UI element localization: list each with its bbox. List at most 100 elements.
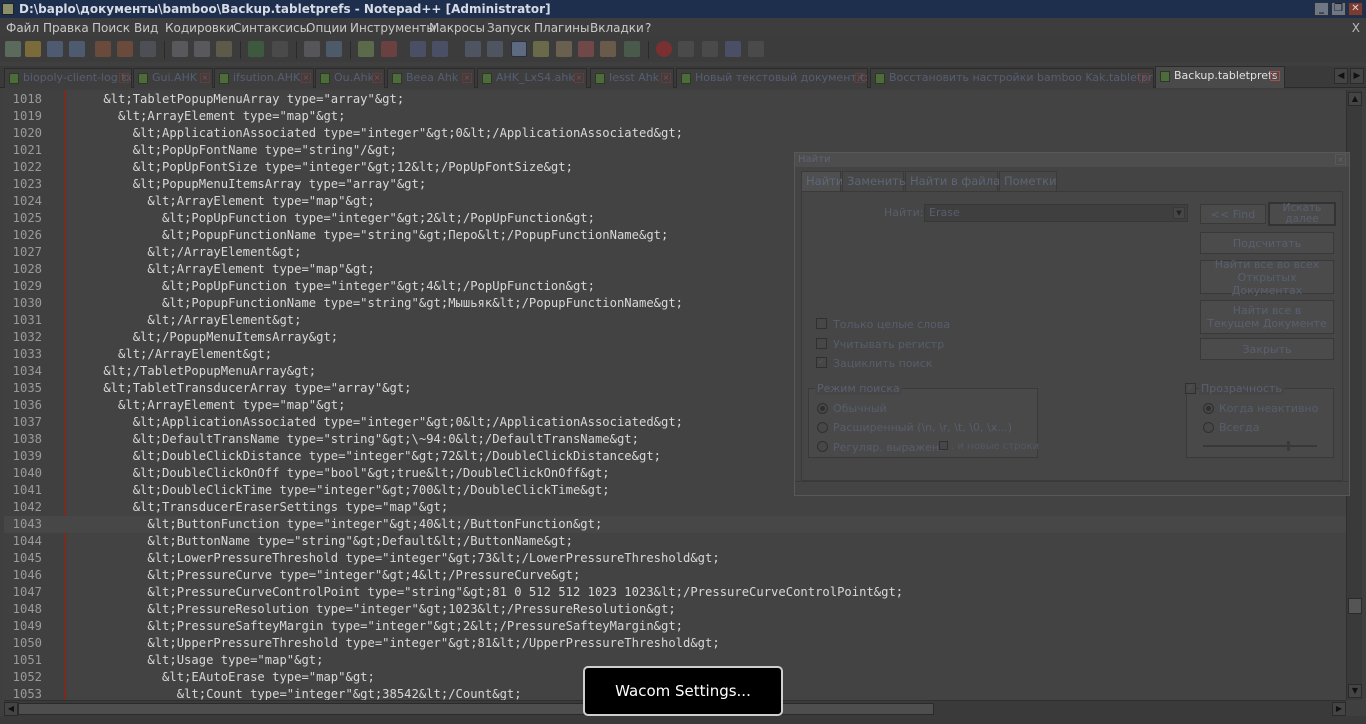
vertical-scroll-thumb[interactable] [1348,598,1362,614]
close-window-button[interactable]: ✕ [1348,2,1363,16]
dot-matches-newline-checkbox[interactable] [939,441,948,450]
sync-horizontal-icon[interactable] [432,41,448,57]
tab-document[interactable]: Gui.AHK × [133,68,213,88]
tab-document[interactable]: Новый текстовый документ.txt × [676,68,868,88]
menu-language[interactable]: Синтаксисы [233,18,309,38]
code-line[interactable]: 1046 &lt;PressureCurve type="integer"&gt… [4,567,1346,584]
scroll-up-icon[interactable]: ▲ [1348,92,1362,106]
zoom-in-icon[interactable] [358,41,374,57]
tab-scroll-left-icon[interactable]: ◀ [1334,68,1348,84]
redo-icon[interactable] [272,41,288,57]
horizontal-scroll-thumb[interactable] [18,703,934,715]
close-file-icon[interactable] [95,41,111,57]
record-macro-icon[interactable] [656,41,672,57]
tab-close-icon[interactable]: × [1139,73,1149,83]
tab-document[interactable]: Ou.Ahk × [315,68,385,88]
regex-mode-radio[interactable] [817,441,828,452]
tab-find-in-files[interactable]: Найти в файлах [905,171,1007,191]
save-all-icon[interactable] [69,41,85,57]
paste-icon[interactable] [216,41,232,57]
code-line[interactable]: 1049 &lt;PressureSafteyMargin type="inte… [4,618,1346,635]
scroll-left-icon[interactable]: ◀ [4,702,18,716]
tab-document[interactable]: ifsution.AHK × [214,68,314,88]
tab-find[interactable]: Найти [801,171,843,191]
tab-close-icon[interactable]: × [661,73,671,83]
menu-plugins[interactable]: Плагины [534,18,589,38]
play-macro-icon[interactable] [702,41,718,57]
tab-close-icon[interactable]: × [119,73,129,83]
find-what-combo[interactable]: Erase ▼ [924,204,1188,222]
chevron-down-icon[interactable]: ▼ [1173,207,1185,219]
code-line[interactable]: 1048 &lt;PressureResolution type="intege… [4,601,1346,618]
code-line[interactable]: 1042 &lt;TransducerEraserSettings type="… [4,499,1346,516]
wrap-around-checkbox[interactable]: ✓ [816,357,827,368]
doc-map-icon[interactable] [556,41,572,57]
tab-document[interactable]: biopoly-client-log.txt × [4,68,132,88]
play-multiple-macro-icon[interactable] [725,41,741,57]
cut-icon[interactable] [172,41,188,57]
tab-document[interactable]: Восстановить настройки bamboo Kak.tablet… [870,68,1154,88]
function-list-icon[interactable] [578,41,594,57]
close-all-icon[interactable] [117,41,133,57]
restore-button[interactable]: ❐ [1331,2,1346,16]
menu-settings[interactable]: Опции [306,18,347,38]
menu-macro[interactable]: Макросы [429,18,485,38]
tab-replace[interactable]: Заменить [842,171,906,191]
monitoring-icon[interactable] [624,41,640,57]
code-line[interactable]: 1019 &lt;ArrayElement type="map"&gt; [4,108,1346,125]
tab-scroll-right-icon[interactable]: ▶ [1350,68,1364,84]
tab-mark[interactable]: Пометки [999,171,1057,191]
zoom-out-icon[interactable] [381,41,397,57]
transparency-on-lose-focus-radio[interactable] [1203,403,1214,414]
transparency-slider-knob[interactable] [1287,441,1290,451]
tab-document-active[interactable]: Backup.tabletprefs × [1155,66,1285,88]
minimize-button[interactable]: _ [1314,2,1329,16]
tab-document[interactable]: AHK_LxS4.ahk × [477,68,587,88]
menu-tools[interactable]: Инструменты [350,18,436,38]
tab-close-icon[interactable]: × [301,73,311,83]
code-line[interactable]: 1018 &lt;TabletPopupMenuArray type="arra… [4,91,1346,108]
count-button[interactable]: Подсчитать [1200,232,1334,254]
save-macro-icon[interactable] [748,41,764,57]
menu-search[interactable]: Поиск [92,18,130,38]
transparency-always-radio[interactable] [1203,422,1214,433]
print-icon[interactable] [140,41,156,57]
tab-close-icon[interactable]: × [855,73,865,83]
tab-close-icon[interactable]: × [372,73,382,83]
tab-document[interactable]: Beea Ahk × [387,68,475,88]
find-all-in-open-docs-button[interactable]: Найти все во всех Открытых Документах [1200,258,1334,297]
word-wrap-icon[interactable] [465,41,481,57]
extended-mode-radio[interactable] [817,422,828,433]
code-line[interactable]: 1044 &lt;ButtonName type="string"&gt;Def… [4,533,1346,550]
code-line[interactable]: 1047 &lt;PressureCurveControlPoint type=… [4,584,1346,601]
save-icon[interactable] [47,41,63,57]
transparency-slider[interactable] [1203,441,1317,451]
menu-run[interactable]: Запуск [487,18,531,38]
menu-file[interactable]: Файл [6,18,39,38]
code-line[interactable]: 1020 &lt;ApplicationAssociated type="int… [4,125,1346,142]
close-dialog-button[interactable]: Закрыть [1200,338,1334,360]
open-file-icon[interactable] [25,41,41,57]
code-line[interactable]: 1043 &lt;ButtonFunction type="integer"&g… [4,516,1346,533]
code-line[interactable]: 1050 &lt;UpperPressureThreshold type="in… [4,635,1346,652]
menu-encoding[interactable]: Кодировки [165,18,234,38]
menu-window[interactable]: Вкладки [590,18,644,38]
menu-edit[interactable]: Правка [43,18,89,38]
tab-close-icon[interactable]: × [574,73,584,83]
find-previous-button[interactable]: << Find [1200,204,1266,224]
match-case-checkbox[interactable] [816,338,827,349]
find-dialog-close-icon[interactable]: × [1335,154,1346,165]
notepadpp-app-icon[interactable] [2,3,14,15]
new-file-icon[interactable] [5,41,21,57]
scroll-down-icon[interactable]: ▼ [1348,684,1362,698]
find-all-in-current-doc-button[interactable]: Найти все в Текущем Документе [1200,300,1334,334]
stop-macro-icon[interactable] [678,41,694,57]
whole-words-checkbox[interactable] [816,318,827,329]
menu-view[interactable]: Вид [134,18,158,38]
tab-close-icon[interactable]: × [200,73,210,83]
show-all-chars-icon[interactable] [487,41,503,57]
scroll-right-icon[interactable]: ▶ [1332,702,1346,716]
menu-close-doc-button[interactable]: X [1352,18,1360,38]
normal-mode-radio[interactable] [817,403,828,414]
tab-close-icon[interactable]: × [1270,71,1280,81]
